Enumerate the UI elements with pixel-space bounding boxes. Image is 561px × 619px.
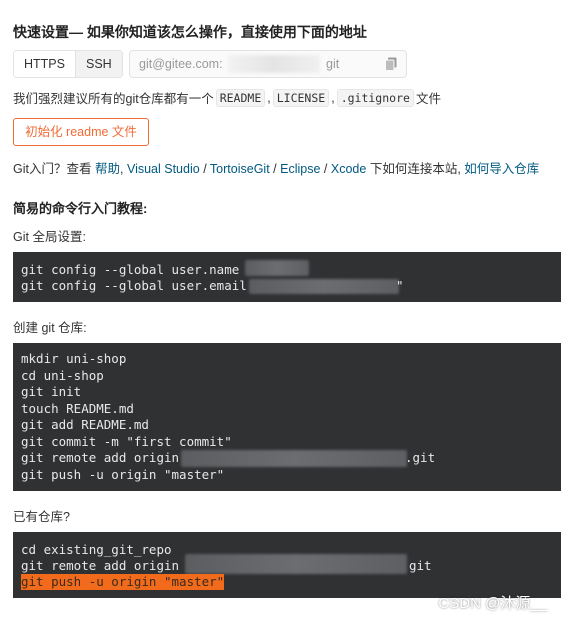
code-line-tail: git <box>409 558 432 573</box>
code-line: mkdir uni-shop <box>21 351 127 366</box>
tortoisegit-link[interactable]: TortoiseGit <box>210 162 270 176</box>
https-button[interactable]: HTTPS <box>14 51 76 77</box>
url-suffix: git <box>326 57 340 71</box>
import-repo-link[interactable]: 如何导入仓库 <box>464 162 539 176</box>
init-readme-button[interactable]: 初始化 readme 文件 <box>13 118 149 146</box>
code-line: cd uni-shop <box>21 368 104 383</box>
recommend-text: 我们强烈建议所有的git仓库都有一个 README, LICENSE, .git… <box>13 88 441 107</box>
code-line: git push -u origin "master" <box>21 467 225 482</box>
license-chip: LICENSE <box>272 88 330 107</box>
ssh-button[interactable]: SSH <box>75 51 122 77</box>
code-line: touch README.md <box>21 401 134 416</box>
redacted-remote-url <box>185 554 407 574</box>
create-repo-code[interactable]: mkdir uni-shop cd uni-shop git init touc… <box>13 343 561 491</box>
global-setup-code[interactable]: git config --global user.name " git conf… <box>13 252 561 302</box>
code-line: git init <box>21 384 82 399</box>
copy-icon[interactable] <box>385 57 397 71</box>
eclipse-link[interactable]: Eclipse <box>280 162 320 176</box>
existing-repo-code[interactable]: cd existing_git_repo git remote add orig… <box>13 532 561 598</box>
url-prefix: git@gitee.com: <box>139 57 223 71</box>
watermark: CSDN @沐源__ <box>438 595 547 612</box>
code-line: git commit -m "first commit" <box>21 434 232 449</box>
existing-repo-label: 已有仓库? <box>13 510 70 524</box>
redacted-email <box>249 279 399 294</box>
xcode-link[interactable]: Xcode <box>331 162 366 176</box>
code-line: git config --global user.name " <box>21 262 255 277</box>
tutorial-heading: 简易的命令行入门教程: <box>13 201 148 216</box>
protocol-toggle: HTTPS SSH <box>13 50 123 78</box>
code-line-tail: " <box>396 278 404 293</box>
help-link[interactable]: 帮助 <box>95 162 120 176</box>
code-line: git remote add origin <box>21 558 187 573</box>
code-line: git add README.md <box>21 417 149 432</box>
readme-chip: README <box>215 88 266 107</box>
url-redacted <box>228 55 320 73</box>
visual-studio-link[interactable]: Visual Studio <box>127 162 200 176</box>
highlighted-code-line: git push -u origin "master" <box>21 574 225 590</box>
code-line: git remote add origin <box>21 450 187 465</box>
guide-links: Git入门？查看 帮助, Visual Studio / TortoiseGit… <box>13 162 540 176</box>
repo-url-field[interactable]: git@gitee.com: git <box>129 50 407 78</box>
create-repo-label: 创建 git 仓库: <box>13 321 87 335</box>
redacted-remote-url <box>181 450 407 467</box>
code-line: git config --global user.email <box>21 278 255 293</box>
page-title: 快速设置— 如果你知道该怎么操作，直接使用下面的地址 <box>13 24 367 40</box>
code-line-tail: .git <box>405 450 436 465</box>
global-setup-label: Git 全局设置: <box>13 230 86 244</box>
gitignore-chip: .gitignore <box>336 88 414 107</box>
code-line: cd existing_git_repo <box>21 542 172 557</box>
redacted-name <box>245 260 309 276</box>
